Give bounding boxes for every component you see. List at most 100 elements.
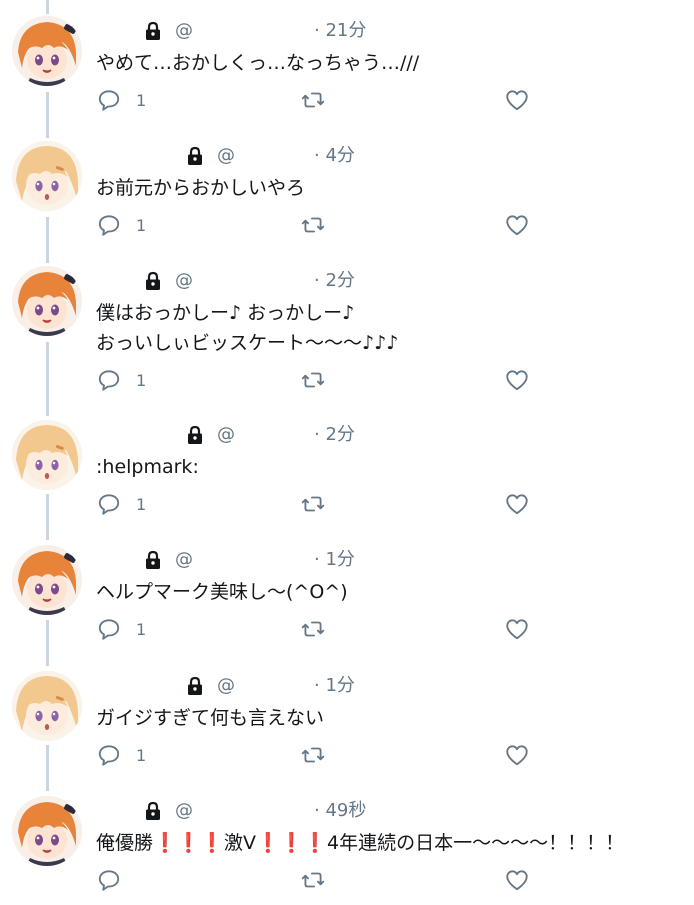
orange-hair-character-avatar[interactable]	[12, 16, 82, 86]
timestamp[interactable]: · 21分	[314, 18, 366, 44]
reply-button[interactable]: 1	[96, 741, 146, 769]
tweet-text: :helpmark:	[96, 456, 199, 478]
lock-icon	[185, 146, 205, 166]
reply-button[interactable]: 1	[96, 366, 146, 394]
reply-button[interactable]: 1	[96, 86, 146, 114]
handle-at[interactable]: @	[217, 673, 235, 699]
reply-count: 1	[136, 619, 147, 639]
retweet-icon	[300, 616, 326, 642]
timestamp[interactable]: · 2分	[314, 422, 355, 448]
retweet-icon	[300, 867, 326, 893]
tweet-text: ガイジすぎて何も言えない	[96, 707, 325, 729]
lock-icon	[143, 21, 163, 41]
tweet-text-segment: 激V	[224, 832, 256, 854]
retweet-button[interactable]	[300, 490, 326, 518]
orange-hair-character-avatar[interactable]	[12, 545, 82, 615]
like-button[interactable]	[504, 366, 530, 394]
handle-at[interactable]: @	[217, 422, 235, 448]
tweet-item[interactable]: @ · 1分 ヘルプマーク美味し～(^O^) 1	[0, 529, 694, 654]
blonde-hair-character-avatar[interactable]	[12, 141, 82, 211]
blonde-hair-character-avatar[interactable]	[12, 420, 82, 490]
like-button[interactable]	[504, 86, 530, 114]
blonde-hair-character-avatar[interactable]	[12, 671, 82, 741]
tweet-actions: 1	[96, 211, 656, 239]
like-button[interactable]	[504, 866, 530, 894]
tweet-item[interactable]: @ · 2分僕はおっかしー♪ おっかしー♪ おっいしぃビッスケート～～～♪♪♪ 1	[0, 250, 694, 391]
exclamation-emoji: ❗❗❗	[153, 832, 224, 854]
timestamp[interactable]: · 1分	[314, 547, 355, 573]
tweet-actions	[96, 866, 656, 894]
tweet-item[interactable]: @ · 4分 お前元からおかしいやろ 1	[0, 125, 694, 250]
handle-at[interactable]: @	[175, 798, 193, 824]
reply-icon	[96, 87, 122, 113]
reply-button[interactable]: 1	[96, 615, 146, 643]
retweet-icon	[300, 212, 326, 238]
retweet-button[interactable]	[300, 866, 326, 894]
reply-button[interactable]	[96, 866, 136, 894]
tweet-header: @ · 1分	[96, 547, 656, 573]
tweet-text: 僕はおっかしー♪ おっかしー♪ おっいしぃビッスケート～～～♪♪♪	[96, 302, 399, 354]
reply-icon	[96, 616, 122, 642]
retweet-button[interactable]	[300, 86, 326, 114]
retweet-icon	[300, 87, 326, 113]
tweet-actions: 1	[96, 366, 656, 394]
timestamp[interactable]: · 1分	[314, 673, 355, 699]
heart-icon	[504, 742, 530, 768]
tweet-header: @ · 49秒	[96, 798, 656, 824]
lock-icon	[143, 271, 163, 291]
tweet-header: @ · 1分	[96, 673, 656, 699]
tweet-text-segment: 4年連続の日本一～～～～！！！！	[326, 832, 625, 854]
lock-icon	[143, 801, 163, 821]
heart-icon	[504, 87, 530, 113]
tweet-item[interactable]: @ · 49秒 俺優勝❗❗❗激V❗❗❗4年連続の日本一～～～～！！！！	[0, 780, 694, 905]
reply-count: 1	[136, 90, 147, 110]
like-button[interactable]	[504, 211, 530, 239]
tweet-item[interactable]: @ · 1分ガイジすぎて何も言えない 1	[0, 655, 694, 780]
tweet-text-segment: 俺優勝	[96, 832, 154, 854]
reply-count: 1	[136, 494, 147, 514]
lock-icon	[185, 425, 205, 445]
timestamp[interactable]: · 4分	[314, 143, 355, 169]
tweet-header: @ · 4分	[96, 143, 656, 169]
reply-icon	[96, 367, 122, 393]
tweet-header: @ · 21分	[96, 18, 656, 44]
tweet-actions: 1	[96, 86, 656, 114]
handle-at[interactable]: @	[175, 18, 193, 44]
retweet-button[interactable]	[300, 615, 326, 643]
like-button[interactable]	[504, 490, 530, 518]
timestamp[interactable]: · 49秒	[314, 798, 366, 824]
retweet-button[interactable]	[300, 211, 326, 239]
heart-icon	[504, 491, 530, 517]
like-button[interactable]	[504, 741, 530, 769]
like-button[interactable]	[504, 615, 530, 643]
retweet-button[interactable]	[300, 741, 326, 769]
retweet-icon	[300, 367, 326, 393]
tweet-header: @ · 2分	[96, 422, 656, 448]
retweet-button[interactable]	[300, 366, 326, 394]
orange-hair-character-avatar[interactable]	[12, 266, 82, 336]
heart-icon	[504, 212, 530, 238]
handle-at[interactable]: @	[175, 547, 193, 573]
retweet-icon	[300, 742, 326, 768]
reply-count: 1	[136, 215, 147, 235]
handle-at[interactable]: @	[217, 143, 235, 169]
tweet-item[interactable]: @ · 21分やめて…おかしくっ…なっちゃう…/// 1	[0, 0, 694, 125]
reply-icon	[96, 867, 122, 893]
tweet-text: やめて…おかしくっ…なっちゃう…///	[96, 52, 420, 74]
tweet-actions: 1	[96, 490, 656, 518]
reply-count: 1	[136, 370, 147, 390]
reply-icon	[96, 742, 122, 768]
reply-button[interactable]: 1	[96, 490, 146, 518]
lock-icon	[185, 676, 205, 696]
reply-count: 1	[136, 745, 147, 765]
tweet-actions: 1	[96, 615, 656, 643]
reply-icon	[96, 491, 122, 517]
handle-at[interactable]: @	[175, 268, 193, 294]
heart-icon	[504, 616, 530, 642]
timestamp[interactable]: · 2分	[314, 268, 355, 294]
orange-hair-character-avatar[interactable]	[12, 796, 82, 866]
reply-button[interactable]: 1	[96, 211, 146, 239]
exclamation-emoji: ❗❗❗	[256, 832, 327, 854]
tweet-item[interactable]: @ · 2分 :helpmark: 1	[0, 404, 694, 529]
tweet-text: 俺優勝❗❗❗激V❗❗❗4年連続の日本一～～～～！！！！	[96, 828, 691, 858]
